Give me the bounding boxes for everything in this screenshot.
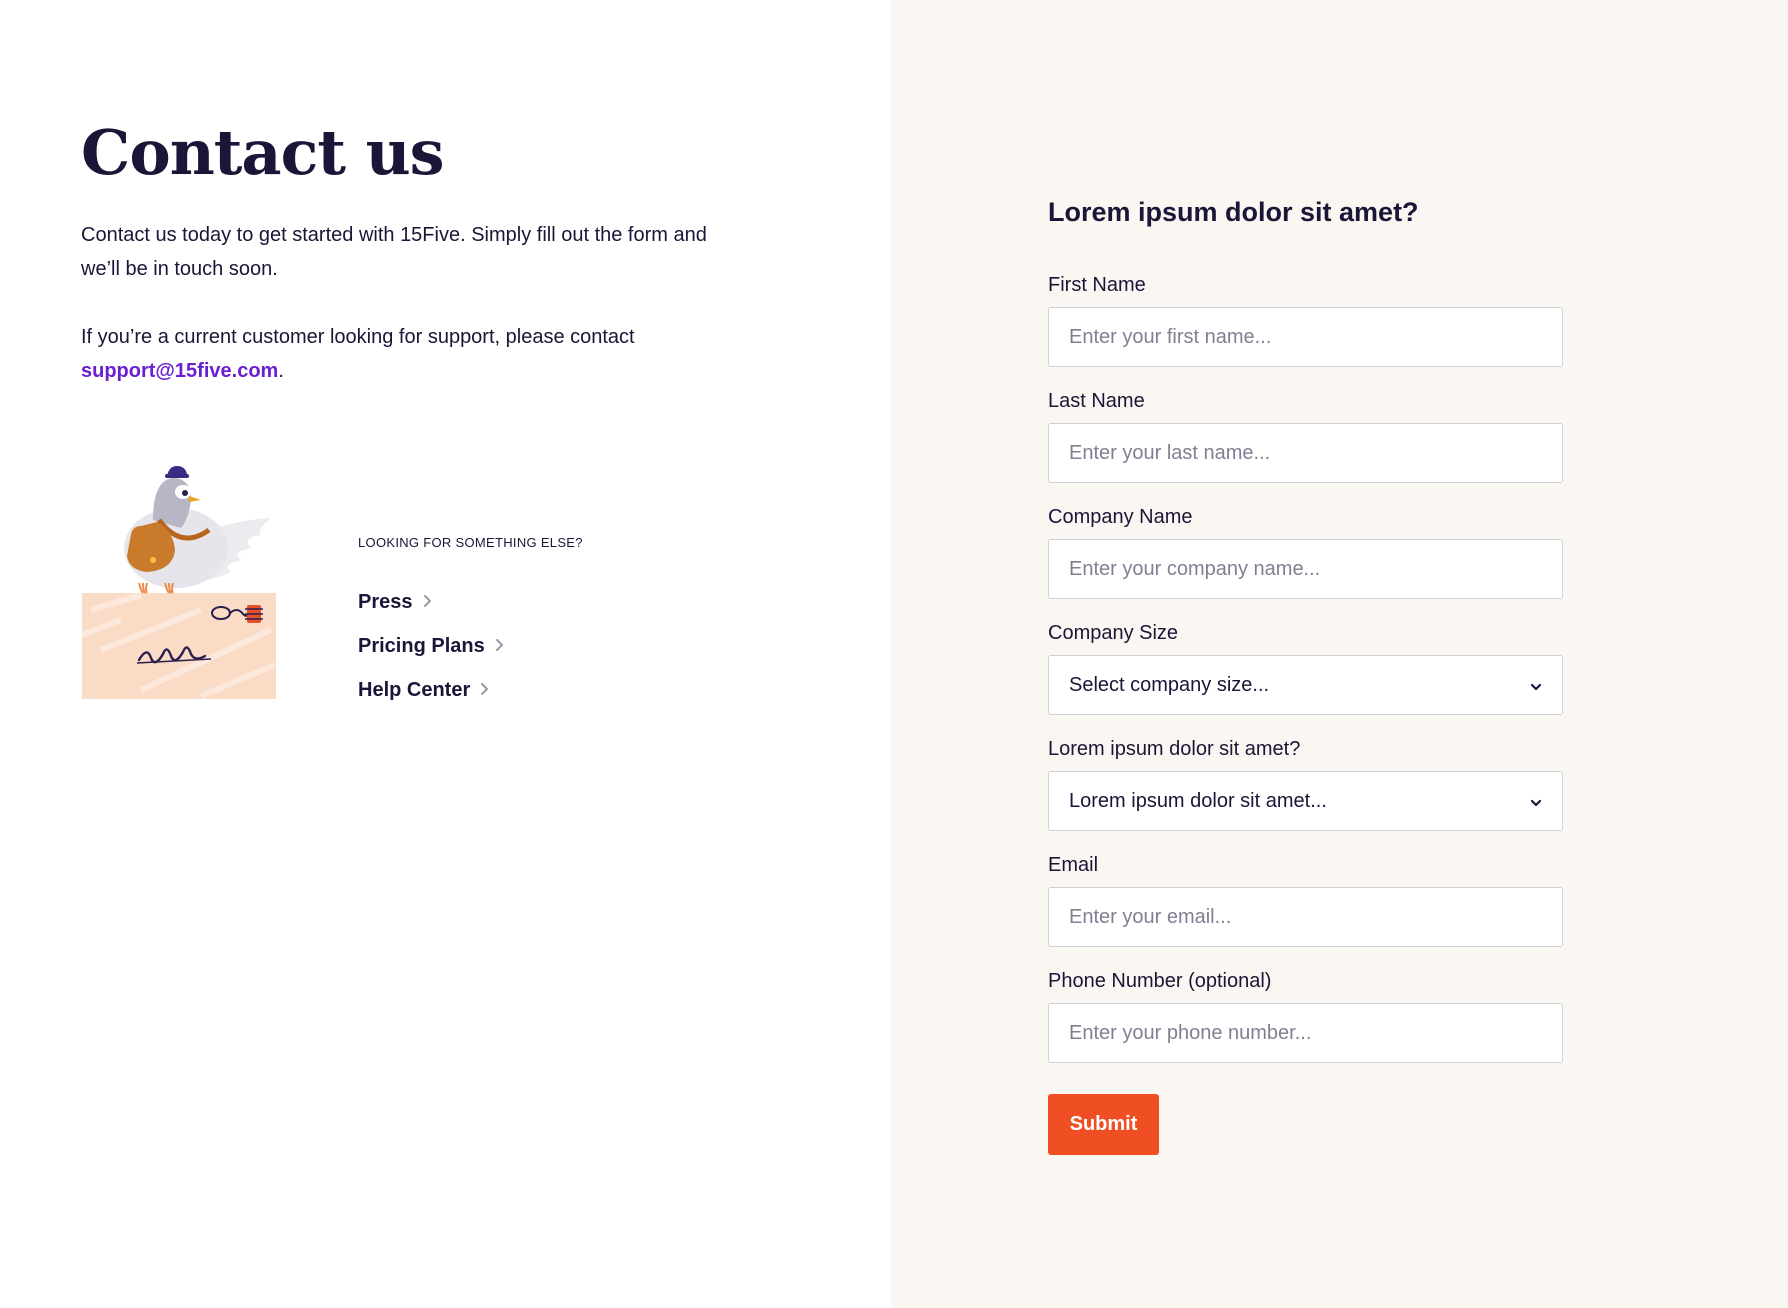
question-label: Lorem ipsum dolor sit amet? bbox=[1048, 738, 1301, 760]
more-links-list: Press Pricing Plans Help Center bbox=[358, 580, 504, 712]
chevron-down-icon bbox=[1530, 674, 1542, 697]
more-link-item: Press bbox=[358, 580, 504, 624]
help-center-link-label: Help Center bbox=[358, 678, 471, 701]
email-label: Email bbox=[1048, 854, 1099, 876]
company-size-select-value: Select company size... bbox=[1069, 673, 1270, 696]
support-email-link[interactable]: support@15five.com bbox=[81, 360, 278, 382]
chevron-down-icon bbox=[1530, 790, 1542, 813]
first-name-input[interactable] bbox=[1048, 307, 1563, 367]
question-select[interactable]: Lorem ipsum dolor sit amet... bbox=[1048, 771, 1563, 831]
last-name-label: Last Name bbox=[1048, 390, 1145, 412]
chevron-right-icon bbox=[495, 635, 504, 658]
company-size-label: Company Size bbox=[1048, 622, 1179, 644]
company-size-field-group: Company Size Select company size... bbox=[1048, 620, 1564, 715]
chevron-right-icon bbox=[423, 591, 432, 614]
chevron-right-icon bbox=[480, 679, 489, 702]
question-field-group: Lorem ipsum dolor sit amet? Lorem ipsum … bbox=[1048, 736, 1564, 831]
help-center-link[interactable]: Help Center bbox=[358, 679, 489, 702]
last-name-input[interactable] bbox=[1048, 423, 1563, 483]
first-name-label: First Name bbox=[1048, 274, 1146, 296]
company-name-label: Company Name bbox=[1048, 506, 1193, 528]
support-text-suffix: . bbox=[278, 360, 284, 382]
pricing-plans-link-label: Pricing Plans bbox=[358, 634, 485, 657]
first-name-field-group: First Name bbox=[1048, 272, 1564, 367]
pigeon-mail-illustration bbox=[80, 460, 277, 700]
email-input[interactable] bbox=[1048, 887, 1563, 947]
phone-field-group: Phone Number (optional) bbox=[1048, 968, 1564, 1063]
phone-label: Phone Number (optional) bbox=[1048, 970, 1272, 992]
more-links-heading: LOOKING FOR SOMETHING ELSE? bbox=[358, 535, 583, 550]
support-text-prefix: If you’re a current customer looking for… bbox=[81, 326, 635, 348]
company-size-select[interactable]: Select company size... bbox=[1048, 655, 1563, 715]
form-heading: Lorem ipsum dolor sit amet? bbox=[1048, 197, 1419, 227]
more-link-item: Pricing Plans bbox=[358, 624, 504, 668]
press-link-label: Press bbox=[358, 590, 413, 613]
intro-text: Contact us today to get started with 15F… bbox=[81, 224, 707, 280]
phone-input[interactable] bbox=[1048, 1003, 1563, 1063]
company-name-input[interactable] bbox=[1048, 539, 1563, 599]
company-name-field-group: Company Name bbox=[1048, 504, 1564, 599]
question-select-value: Lorem ipsum dolor sit amet... bbox=[1069, 789, 1327, 812]
more-link-item: Help Center bbox=[358, 668, 504, 712]
last-name-field-group: Last Name bbox=[1048, 388, 1564, 483]
press-link[interactable]: Press bbox=[358, 591, 432, 614]
support-text: If you’re a current customer looking for… bbox=[81, 320, 741, 388]
submit-button[interactable]: Submit bbox=[1048, 1094, 1159, 1155]
email-field-group: Email bbox=[1048, 852, 1564, 947]
pricing-plans-link[interactable]: Pricing Plans bbox=[358, 635, 504, 658]
page-title: Contact us bbox=[81, 116, 445, 189]
